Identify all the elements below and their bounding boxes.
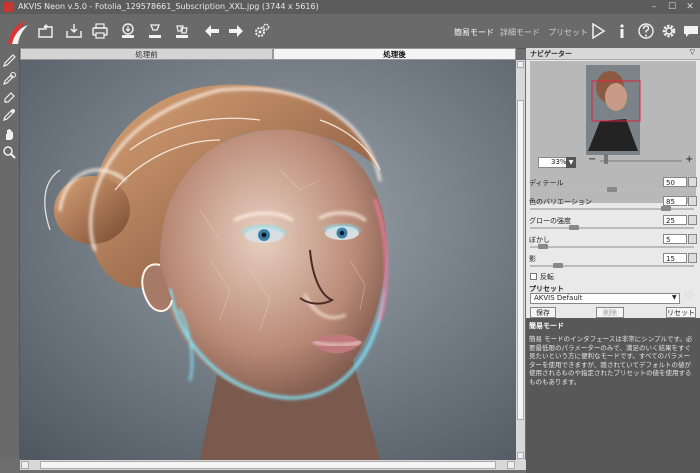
- param-shadow-spinner[interactable]: [688, 253, 697, 263]
- hint-title: 簡易モード: [529, 322, 564, 330]
- zoom-dropdown-icon[interactable]: ▼: [566, 157, 576, 168]
- param-shadow-handle[interactable]: [553, 263, 564, 268]
- play-icon[interactable]: [590, 23, 606, 39]
- settings-panel: ナビゲーター ▽ 33% ▼ − + ディテール 50 色のバリエーション 85: [526, 48, 700, 473]
- param-shadow: 影 15: [526, 252, 700, 271]
- horizontal-scroll-thumb[interactable]: [40, 461, 496, 469]
- vertical-scroll-thumb[interactable]: [517, 100, 524, 420]
- tab-after[interactable]: 処理後: [273, 48, 516, 60]
- akvis-logo-icon: [8, 21, 28, 44]
- redo-arrow-icon[interactable]: [228, 23, 244, 39]
- scroll-right-button[interactable]: [507, 461, 515, 469]
- param-glow-intensity-spinner[interactable]: [688, 215, 697, 225]
- param-blur-handle[interactable]: [537, 244, 548, 249]
- favorite-heart-icon[interactable]: ♡: [684, 291, 693, 302]
- invert-label: 反転: [540, 273, 554, 281]
- param-blur-track[interactable]: [530, 246, 694, 248]
- zoom-out-button[interactable]: −: [588, 154, 596, 165]
- batch-processing-icon[interactable]: [174, 23, 190, 39]
- zoom-slider-track[interactable]: [600, 160, 682, 162]
- help-icon[interactable]: [638, 23, 654, 39]
- save-settings-icon[interactable]: [147, 23, 163, 39]
- save-file-icon[interactable]: [66, 23, 82, 39]
- zoom-slider-handle[interactable]: [604, 154, 608, 164]
- param-detail-spinner[interactable]: [688, 177, 697, 187]
- tab-advanced-mode[interactable]: 詳細モード: [500, 27, 540, 38]
- preset-dropdown-icon[interactable]: ▼: [672, 294, 677, 301]
- hint-panel: 簡易モード 簡易 モードのインタフェースは非常にシンプルです。必要最低限のパラメ…: [526, 318, 700, 473]
- main-toolbar: 簡易モード 詳細モード プリセット: [0, 14, 700, 49]
- param-glow-intensity-handle[interactable]: [568, 225, 579, 230]
- navigator-header[interactable]: ナビゲーター ▽: [526, 48, 700, 60]
- param-blur-spinner[interactable]: [688, 234, 697, 244]
- preset-delete-button[interactable]: 削除: [596, 307, 624, 318]
- preset-save-button[interactable]: 保存: [530, 307, 556, 318]
- param-color-variation-label: 色のバリエーション: [529, 198, 592, 206]
- scroll-down-button[interactable]: [517, 452, 524, 459]
- scroll-corner: [516, 460, 526, 470]
- undo-arrow-icon[interactable]: [204, 23, 220, 39]
- collapse-arrow-icon[interactable]: ▽: [690, 48, 695, 56]
- window-title: AKVIS Neon v.5.0 - Fotolia_129578661_Sub…: [18, 2, 319, 11]
- navigator-title: ナビゲーター: [530, 50, 572, 58]
- tab-presets-mode[interactable]: プリセット: [548, 27, 588, 38]
- canvas-view-tabs: 処理前 処理後: [20, 48, 516, 60]
- param-color-variation-value[interactable]: 85: [663, 196, 687, 206]
- param-glow-intensity-track[interactable]: [530, 227, 694, 229]
- load-settings-icon[interactable]: [120, 23, 136, 39]
- preset-reset-button[interactable]: リセット: [666, 307, 696, 318]
- preset-select[interactable]: AKVIS Default: [530, 293, 680, 304]
- param-detail-label: ディテール: [529, 179, 564, 187]
- minimize-button[interactable]: –: [646, 1, 662, 13]
- eraser-tool-icon[interactable]: [2, 89, 17, 104]
- scroll-left-button[interactable]: [21, 461, 29, 469]
- param-glow-intensity-label: グローの強度: [529, 217, 571, 225]
- brush-tool-icon[interactable]: [2, 53, 17, 68]
- param-glow-intensity: グローの強度 25: [526, 214, 700, 233]
- param-shadow-value[interactable]: 15: [663, 253, 687, 263]
- info-icon[interactable]: [614, 23, 630, 39]
- param-detail-handle[interactable]: [607, 187, 617, 192]
- param-color-variation-spinner[interactable]: [688, 196, 697, 206]
- zoom-in-button[interactable]: +: [685, 154, 693, 165]
- hand-tool-icon[interactable]: [2, 127, 17, 142]
- print-icon[interactable]: [92, 23, 108, 39]
- close-button[interactable]: ✕: [682, 1, 698, 13]
- param-blur: ぼかし 5: [526, 233, 700, 252]
- neon-portrait-image: [20, 60, 516, 460]
- maximize-button[interactable]: ☐: [664, 1, 680, 13]
- param-detail-value[interactable]: 50: [663, 177, 687, 187]
- zoom-tool-icon[interactable]: [2, 145, 17, 160]
- param-color-variation: 色のバリエーション 85: [526, 195, 700, 214]
- title-bar: AKVIS Neon v.5.0 - Fotolia_129578661_Sub…: [0, 0, 700, 14]
- eyedropper-tool-icon[interactable]: [2, 107, 17, 122]
- app-icon: [3, 2, 14, 12]
- messages-icon[interactable]: [683, 23, 699, 39]
- image-canvas[interactable]: [20, 60, 516, 460]
- param-shadow-label: 影: [529, 255, 536, 263]
- open-file-icon[interactable]: [38, 23, 54, 39]
- canvas-vertical-scrollbar[interactable]: [516, 60, 525, 460]
- canvas-horizontal-scrollbar[interactable]: [20, 460, 516, 470]
- scroll-up-button[interactable]: [517, 61, 524, 68]
- invert-checkbox[interactable]: [530, 273, 537, 280]
- tab-before[interactable]: 処理前: [20, 48, 273, 60]
- param-color-variation-handle[interactable]: [660, 206, 671, 211]
- param-detail: ディテール 50: [526, 176, 700, 195]
- hint-text: 簡易 モードのインタフェースは非常にシンプルです。必要最低限のパラメーターのみで…: [529, 335, 693, 386]
- run-processing-gears-icon[interactable]: [254, 23, 270, 39]
- history-brush-tool-icon[interactable]: [2, 71, 17, 86]
- param-glow-intensity-value[interactable]: 25: [663, 215, 687, 225]
- preferences-gear-icon[interactable]: [661, 23, 677, 39]
- left-tool-bar: [0, 48, 20, 458]
- param-blur-value[interactable]: 5: [663, 234, 687, 244]
- tab-simple-mode[interactable]: 簡易モード: [454, 27, 494, 38]
